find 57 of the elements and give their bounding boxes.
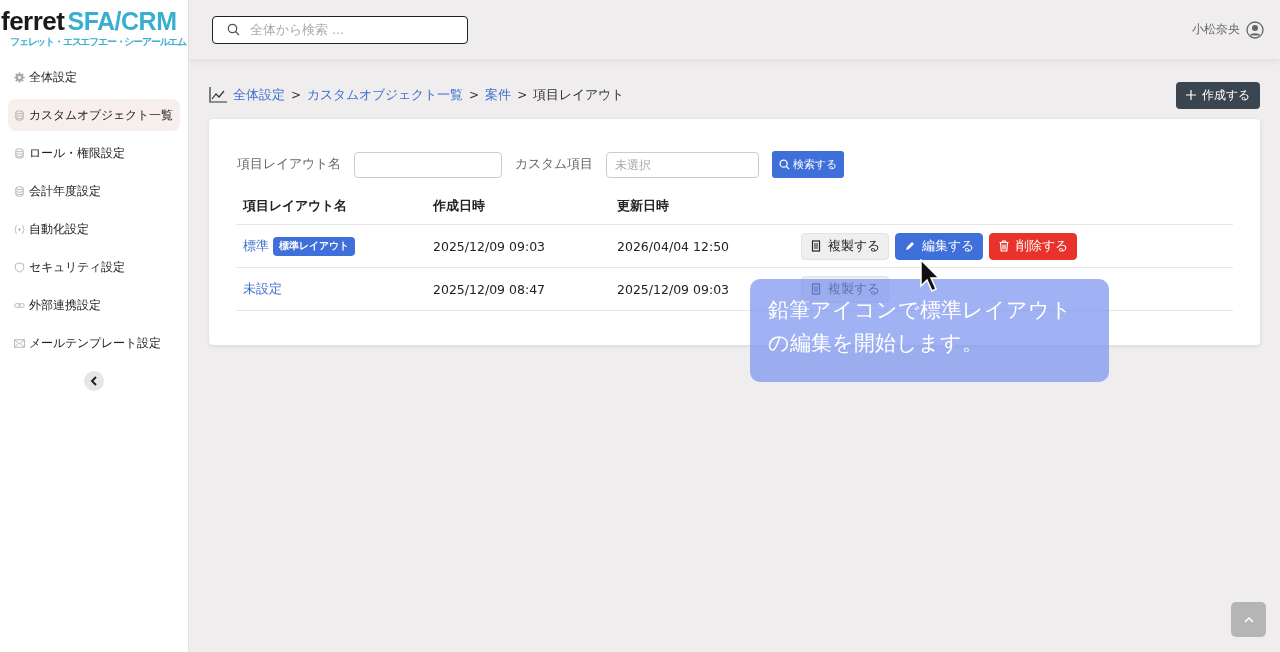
layout-link[interactable]: 未設定 [243, 280, 282, 298]
logo-subtitle: フェレット・エスエフエー・シーアールエム [10, 35, 186, 49]
sidebar-item[interactable]: カスタムオブジェクト一覧 [8, 99, 180, 131]
breadcrumb-link[interactable]: カスタムオブジェクト一覧 [307, 86, 464, 104]
table-cell: 2025/12/09 08:47 [426, 267, 610, 311]
edit-button[interactable]: 編集する [895, 232, 983, 260]
filter-label: 項目レイアウト名 [237, 156, 341, 173]
chart-icon [209, 87, 227, 103]
breadcrumb-separator: > [517, 88, 528, 102]
user-name: 小松奈央 [1192, 21, 1240, 38]
search-input[interactable]: 全体から検索 ... [248, 21, 452, 38]
filter-label: カスタム項目 [515, 156, 593, 173]
column-header: 項目レイアウト名 [236, 188, 426, 225]
shield-icon [14, 261, 25, 273]
logo-text: ferret [1, 8, 65, 34]
sidebar-item[interactable]: メールテンプレート設定 [8, 327, 180, 359]
document-icon [810, 240, 822, 252]
breadcrumb-separator: > [291, 88, 302, 102]
collapse-button[interactable] [84, 371, 104, 391]
plus-icon [1186, 90, 1196, 100]
table-cell: 2026/04/04 12:50 [610, 224, 794, 268]
braces-icon [14, 223, 25, 235]
sidebar-item[interactable]: 自動化設定 [8, 213, 180, 245]
search-button[interactable]: 検索する [772, 151, 844, 178]
layout-link[interactable]: 標準 [243, 237, 269, 255]
chevron-left-icon [90, 376, 98, 386]
default-badge: 標準レイアウト [273, 236, 355, 256]
logo-text: SFA/CRM [67, 9, 177, 34]
gear-icon [14, 71, 25, 83]
sidebar-item[interactable]: 全体設定 [8, 61, 180, 93]
sidebar-item[interactable]: 外部連携設定 [8, 289, 180, 321]
copy-button[interactable]: 複製する [801, 232, 889, 260]
mail-icon [14, 337, 25, 349]
breadcrumb-link[interactable]: 全体設定 [233, 86, 285, 104]
database-icon [14, 185, 25, 197]
sidebar-item[interactable]: 会計年度設定 [8, 175, 180, 207]
database-icon [14, 147, 25, 159]
search-icon [227, 23, 240, 36]
search-icon [779, 159, 790, 170]
sidebar-item[interactable]: ロール・権限設定 [8, 137, 180, 169]
breadcrumb-separator: > [469, 88, 480, 102]
chevron-up-icon [1243, 616, 1254, 623]
create-button[interactable]: 作成する [1176, 81, 1260, 109]
table-cell: 2025/12/09 09:03 [426, 224, 610, 268]
trash-icon [998, 240, 1010, 252]
sidebar-item[interactable]: セキュリティ設定 [8, 251, 180, 283]
custom-field-select[interactable]: 未選択 [606, 151, 759, 178]
breadcrumb-link[interactable]: 案件 [485, 86, 512, 104]
breadcrumb-current: 項目レイアウト [533, 86, 625, 104]
avatar-icon[interactable] [1246, 20, 1264, 39]
column-header: 更新日時 [610, 188, 794, 225]
pencil-icon [904, 240, 916, 252]
layout-name-field[interactable] [354, 151, 502, 178]
column-header: 作成日時 [426, 188, 610, 225]
database-icon [14, 109, 25, 121]
search-bar[interactable]: 全体から検索 ... [212, 15, 468, 44]
delete-button[interactable]: 削除する [989, 232, 1077, 260]
